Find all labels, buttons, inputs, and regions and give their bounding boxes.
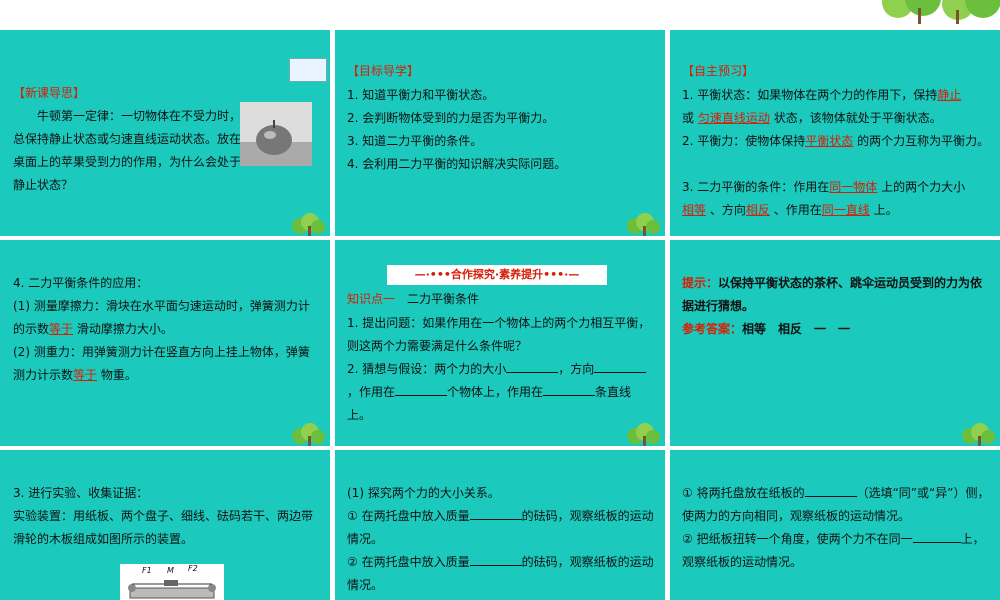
text: 或 <box>682 111 695 125</box>
banner-title: 合作探究·素养提升 <box>450 268 544 281</box>
text: ，方向 <box>558 362 595 376</box>
text: 、方向 <box>709 203 746 217</box>
knowledge-point: 知识点一 二力平衡条件 <box>347 288 479 311</box>
text: 1. 平衡状态：如果物体在两个力的作用下，保持 <box>682 88 938 102</box>
text: ① 在两托盘中放入质量 <box>347 509 470 523</box>
text: 的两个力互称为平衡力。 <box>857 134 990 148</box>
mass-label: M <box>167 566 174 575</box>
panel-learning-goals: 【目标导学】 1. 知道平衡力和平衡状态。 2. 会判断物体受到的力是否为平衡力… <box>335 30 665 236</box>
text: 滑动摩擦力大小。 <box>76 322 173 336</box>
section-heading: 【自主预习】 <box>682 64 755 78</box>
bush-icon <box>627 213 660 236</box>
goal-item: 1. 知道平衡力和平衡状态。 <box>347 88 495 102</box>
answer-fill: 静止 <box>937 88 962 102</box>
answer-fill: 平衡状态 <box>805 134 854 148</box>
answer-fill: 等于 <box>49 322 74 336</box>
blank <box>395 381 448 396</box>
app-title: 4. 二力平衡条件的应用： <box>13 276 149 290</box>
panel-cooperative-inquiry: —·•••合作探究·素养提升•••·— 知识点一 二力平衡条件 1. 提出问题：… <box>335 240 665 446</box>
blank <box>594 358 635 373</box>
answer-fill: 等于 <box>73 368 98 382</box>
answer-label: 参考答案： <box>682 322 743 336</box>
panel-new-lesson: 【新课导思】 牛顿第一定律：一切物体在不受力时，总保持静止状态或匀速直线运动状态… <box>0 30 330 236</box>
panel-force-size: (1) 探究两个力的大小关系。 ① 在两托盘中放入质量 的砝码，观察纸板的运动情况… <box>335 450 665 600</box>
panel-experiment: 3. 进行实验、收集证据： 实验装置：用纸板、两个盘子、细线、砝码若干、两边带滑… <box>0 450 330 600</box>
step-1: ① 在两托盘中放入质量 的砝码，观察纸板的运动情况。 <box>347 505 655 551</box>
bush-icon <box>627 423 660 446</box>
lesson-text: 牛顿第一定律：一切物体在不受力时，总保持静止状态或匀速直线运动状态。放在桌面上的… <box>13 109 242 192</box>
goal-item: 2. 会判断物体受到的力是否为平衡力。 <box>347 111 555 125</box>
answer-fill: 匀速直线运动 <box>697 111 770 125</box>
note-thumbnail <box>289 58 327 82</box>
hint-label: 提示： <box>682 276 719 290</box>
blank <box>804 482 857 497</box>
experiment-setup: 实验装置：用纸板、两个盘子、细线、砝码若干、两边带滑轮的木板组成如图所示的装置。 <box>13 509 314 546</box>
panel-hint: 提示：以保持平衡状态的茶杯、跳伞运动员受到的力为依据进行猜想。 参考答案：相等 … <box>670 240 1000 446</box>
panel-application: 4. 二力平衡条件的应用： (1) 测量摩擦力：滑块在水平面匀速运动时，弹簧测力… <box>0 240 330 446</box>
preview-item-2: 2. 平衡力：使物体保持平衡状态 的两个力互称为平衡力。 <box>682 130 994 153</box>
panel-self-preview: 【自主预习】 1. 平衡状态：如果物体在两个力的作用下，保持静止 或 匀速直线运… <box>670 30 1000 236</box>
goal-item: 4. 会利用二力平衡的知识解决实际问题。 <box>347 157 567 171</box>
banner-text: —·•••合作探究·素养提升•••·— <box>414 268 580 281</box>
step-title: (1) 探究两个力的大小关系。 <box>347 486 500 500</box>
step-2: ② 把纸板扭转一个角度，使两个力不在同一 上，观察纸板的运动情况。 <box>682 528 994 574</box>
goal-item: 3. 知道二力平衡的条件。 <box>347 134 483 148</box>
bush-icon <box>962 423 995 446</box>
blank <box>506 358 559 373</box>
preview-item-1: 1. 平衡状态：如果物体在两个力的作用下，保持静止 或 匀速直线运动 状态，该物… <box>682 84 994 130</box>
text: ② 在两托盘中放入质量 <box>347 555 470 569</box>
bush-icon <box>292 213 325 236</box>
text: 上。 <box>873 203 898 217</box>
blank <box>634 358 647 373</box>
kp-label: 知识点一 <box>347 292 396 306</box>
step-1: ① 将两托盘放在纸板的 （选填“同”或“异”）侧，使两力的方向相同，观察纸板的运动… <box>682 482 994 528</box>
tree-decoration-icon <box>882 0 1000 24</box>
preview-item-3: 3. 二力平衡的条件：作用在同一物体 上的两个力大小 相等 、方向相反 、作用在… <box>682 176 994 222</box>
text: ② 把纸板扭转一个角度，使两个力不在同一 <box>682 532 913 546</box>
blank <box>543 381 596 396</box>
apparatus-figure: F1 M F2 <box>120 564 224 600</box>
app-item-2: (2) 测重力：用弹簧测力计在竖直方向上挂上物体，弹簧测力计示数等于 物重。 <box>13 341 319 387</box>
text: 2. 平衡力：使物体保持 <box>682 134 806 148</box>
hint: 提示：以保持平衡状态的茶杯、跳伞运动员受到的力为依据进行猜想。 <box>682 272 994 318</box>
app-item-1: (1) 测量摩擦力：滑块在水平面匀速运动时，弹簧测力计的示数等于 滑动摩擦力大小… <box>13 295 319 341</box>
blank <box>469 505 522 520</box>
blank <box>912 528 961 543</box>
text: 个物体上，作用在 <box>447 385 544 399</box>
question-2: 2. 猜想与假设：两个力的大小 ，方向，作用在 个物体上，作用在 条直线上。 <box>347 358 655 427</box>
text: 2. 猜想与假设：两个力的大小 <box>347 362 507 376</box>
section-heading: 【目标导学】 <box>347 64 420 78</box>
panel-force-direction: ① 将两托盘放在纸板的 （选填“同”或“异”）侧，使两力的方向相同，观察纸板的运动… <box>670 450 1000 600</box>
apple-photo <box>240 102 312 166</box>
blank <box>469 551 522 566</box>
answer-text: 相等 相反 一 一 <box>742 322 851 336</box>
force-label-f2: F2 <box>188 564 198 573</box>
text: 物重。 <box>100 368 137 382</box>
bush-icon <box>292 423 325 446</box>
reference-answer: 参考答案：相等 相反 一 一 <box>682 318 850 341</box>
text: 3. 二力平衡的条件：作用在 <box>682 180 830 194</box>
text: 状态，该物体就处于平衡状态。 <box>773 111 942 125</box>
force-label-f1: F1 <box>142 566 152 575</box>
answer-fill: 相等 <box>682 203 707 217</box>
experiment-title: 3. 进行实验、收集证据： <box>13 486 149 500</box>
text <box>961 88 973 102</box>
banner: —·•••合作探究·素养提升•••·— <box>387 265 607 285</box>
question-1: 1. 提出问题：如果作用在一个物体上的两个力相互平衡，则这两个力需要满足什么条件… <box>347 316 651 353</box>
kp-title: 二力平衡条件 <box>407 292 480 306</box>
hint-text: 以保持平衡状态的茶杯、跳伞运动员受到的力为依据进行猜想。 <box>682 276 983 313</box>
text: ① 将两托盘放在纸板的 <box>682 486 805 500</box>
section-heading: 【新课导思】 <box>13 86 86 100</box>
text: (2) 测重力：用弹簧测力计在竖直方向上挂上物体，弹簧测力计示数 <box>13 345 310 382</box>
step-2: ② 在两托盘中放入质量 的砝码，观察纸板的运动情况。 <box>347 551 655 597</box>
text: 、作用在 <box>773 203 822 217</box>
answer-fill: 相反 <box>745 203 770 217</box>
text: ，作用在 <box>347 385 396 399</box>
answer-fill: 同一直线 <box>821 203 870 217</box>
text: 上的两个力大小 <box>881 180 966 194</box>
answer-fill: 同一物体 <box>829 180 878 194</box>
